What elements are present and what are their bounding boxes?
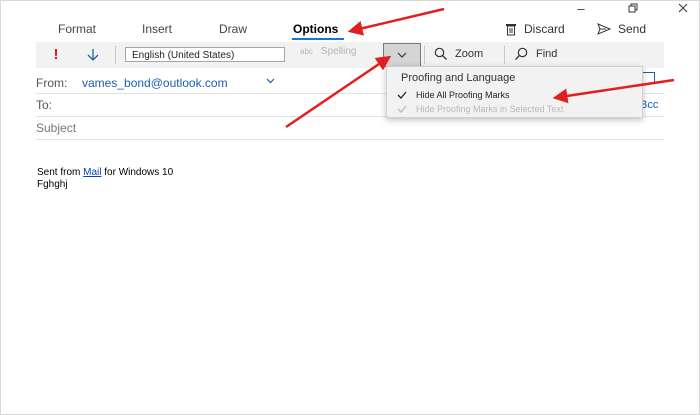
exclamation-icon: !: [53, 46, 59, 63]
hide-all-proofing-marks-item[interactable]: Hide All Proofing Marks: [397, 90, 510, 100]
send-button[interactable]: Send: [597, 22, 646, 36]
toolbar-divider: [115, 46, 116, 64]
chevron-down-icon: [397, 52, 407, 58]
proofing-dropdown-button[interactable]: [383, 43, 421, 67]
close-button[interactable]: [668, 2, 698, 16]
high-importance-button[interactable]: !: [46, 44, 66, 66]
hide-selected-proofing-marks-label: Hide Proofing Marks in Selected Text: [416, 104, 564, 114]
checkmark-icon: [397, 105, 407, 113]
proofing-menu: Proofing and Language Hide All Proofing …: [386, 66, 643, 118]
zoom-label: Zoom: [455, 47, 484, 60]
spelling-button[interactable]: abc Spelling: [300, 46, 357, 57]
send-icon: [597, 23, 611, 35]
minimize-button[interactable]: –: [566, 2, 596, 16]
close-icon: [678, 3, 688, 13]
signature-suffix: for Windows 10: [101, 167, 174, 178]
tab-options[interactable]: Options: [293, 22, 338, 36]
tab-insert[interactable]: Insert: [142, 22, 172, 36]
trash-icon: [506, 23, 516, 35]
from-account[interactable]: vames_bond@outlook.com: [82, 76, 228, 90]
spelling-icon: abc: [300, 47, 313, 56]
toolbar-divider: [424, 46, 425, 64]
find-button[interactable]: Find: [515, 47, 557, 60]
checkmark-icon: [397, 91, 407, 99]
low-importance-button[interactable]: [82, 44, 104, 66]
restore-icon: [628, 3, 638, 13]
active-tab-indicator: [292, 38, 344, 40]
search-icon: [515, 47, 528, 60]
magnifier-icon: [434, 47, 447, 60]
language-select[interactable]: English (United States): [125, 47, 285, 62]
tab-draw[interactable]: Draw: [219, 22, 247, 36]
signature-prefix: Sent from: [37, 167, 84, 178]
body-text-line[interactable]: Fghghj: [37, 179, 68, 190]
proofing-menu-title: Proofing and Language: [401, 72, 516, 84]
mail-link[interactable]: Mail: [83, 167, 101, 178]
zoom-button[interactable]: Zoom: [434, 47, 483, 60]
to-label: To:: [36, 98, 53, 112]
spelling-label: Spelling: [320, 46, 357, 57]
discard-label: Discard: [524, 22, 565, 36]
arrow-down-icon: [87, 49, 99, 61]
find-label: Find: [536, 47, 558, 60]
discard-button[interactable]: Discard: [505, 22, 565, 36]
from-label: From:: [36, 76, 68, 90]
toolbar-divider: [504, 46, 505, 64]
hide-selected-proofing-marks-item: Hide Proofing Marks in Selected Text: [397, 104, 563, 114]
restore-button[interactable]: [618, 2, 648, 16]
field-divider: [36, 139, 664, 140]
tab-format[interactable]: Format: [58, 22, 96, 36]
subject-field[interactable]: Subject: [36, 121, 76, 135]
send-label: Send: [618, 22, 647, 36]
hide-all-proofing-marks-label: Hide All Proofing Marks: [416, 90, 510, 100]
chevron-down-icon[interactable]: [266, 78, 275, 84]
signature-line: Sent from Mail for Windows 10: [37, 167, 173, 178]
